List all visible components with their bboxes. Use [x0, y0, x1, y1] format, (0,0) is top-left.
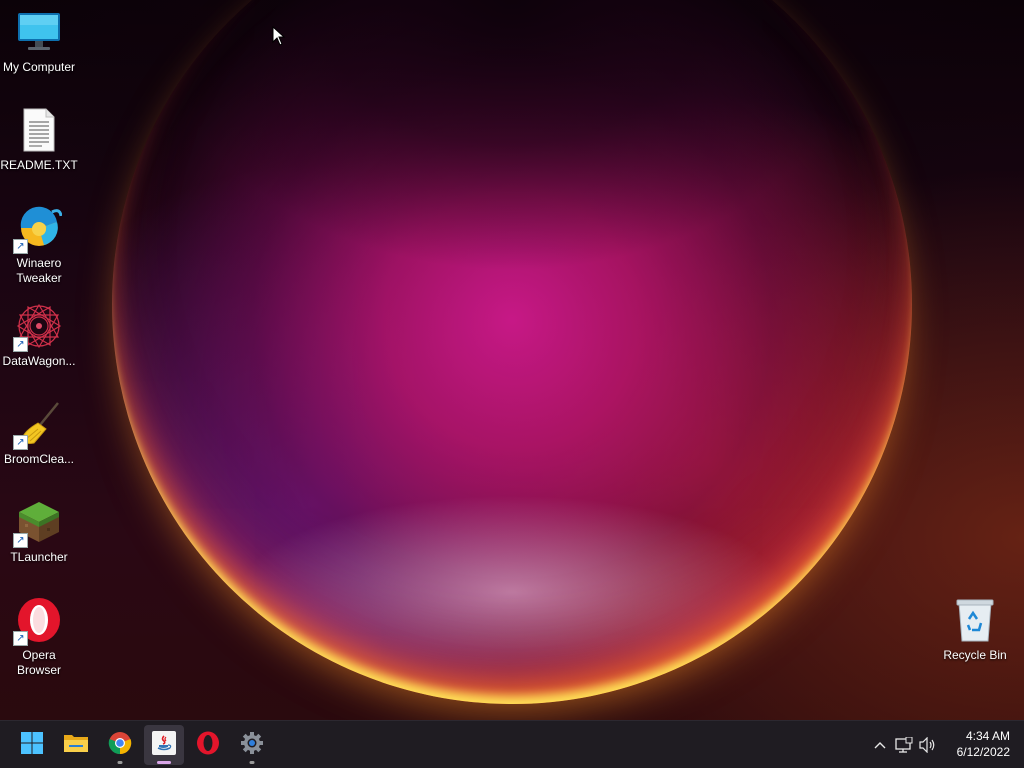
settings-gear-icon — [240, 731, 264, 760]
chrome-icon — [108, 731, 132, 760]
desktop-icon-label: BroomClea... — [3, 452, 75, 466]
shortcut-arrow-icon: ↗ — [13, 631, 28, 646]
desktop-icon-broomcleaner[interactable]: ↗ BroomClea... — [0, 400, 78, 467]
desktop-icon-label: My Computer — [2, 60, 76, 74]
shortcut-arrow-icon: ↗ — [13, 337, 28, 352]
desktop-icon-my-computer[interactable]: My Computer — [0, 8, 78, 75]
shortcut-arrow-icon: ↗ — [13, 239, 28, 254]
opera-icon: ↗ — [13, 596, 63, 646]
desktop-icon-datawagon[interactable]: ↗ DataWagon... — [0, 302, 78, 369]
desktop-icon-label: DataWagon... — [2, 354, 76, 368]
volume-icon[interactable] — [916, 733, 940, 757]
desktop-icon-label: Recycle Bin — [943, 648, 1007, 662]
active-indicator — [157, 761, 171, 764]
shortcut-arrow-icon: ↗ — [13, 533, 28, 548]
show-hidden-icons-chevron-icon[interactable] — [868, 733, 892, 757]
shortcut-arrow-icon: ↗ — [13, 435, 28, 450]
clock-date: 6/12/2022 — [956, 745, 1010, 759]
desktop-icon-recycle-bin[interactable]: Recycle Bin — [936, 596, 1014, 663]
taskbar: 4:34 AM 6/12/2022 — [0, 720, 1024, 768]
desktop-icon-tlauncher[interactable]: ↗ TLauncher — [0, 498, 78, 565]
clock-time: 4:34 AM — [965, 729, 1010, 743]
taskbar-settings-button[interactable] — [232, 725, 272, 765]
opera-icon — [196, 731, 220, 760]
broom-icon: ↗ — [13, 400, 63, 450]
monitor-icon — [15, 8, 63, 56]
desktop-icon-label: TLauncher — [10, 550, 68, 564]
desktop-icon-label: Winaero Tweaker — [16, 256, 62, 285]
folder-icon — [63, 732, 89, 759]
windows-start-icon — [20, 731, 44, 760]
taskbar-file-explorer-button[interactable] — [56, 725, 96, 765]
taskbar-clock[interactable]: 4:34 AM 6/12/2022 — [957, 728, 1010, 760]
desktop-icon-label: README.TXT — [0, 158, 78, 172]
mouse-cursor-icon — [272, 25, 286, 51]
desktop-icon-winaero-tweaker[interactable]: ↗ Winaero Tweaker — [0, 204, 78, 286]
datawagon-icon: ↗ — [13, 302, 63, 352]
running-indicator — [117, 761, 123, 764]
taskbar-opera-button[interactable] — [188, 725, 228, 765]
recycle-bin-icon — [951, 596, 999, 644]
grass-block-icon: ↗ — [13, 498, 63, 548]
desktop-icon-opera-browser[interactable]: ↗ Opera Browser — [0, 596, 78, 678]
running-indicator — [249, 761, 255, 764]
start-button[interactable] — [12, 725, 52, 765]
desktop[interactable]: My Computer README.TXT ↗ Winaero Tweaker… — [0, 0, 1024, 768]
taskbar-java-button[interactable] — [144, 725, 184, 765]
winaero-tweaker-icon: ↗ — [13, 204, 63, 254]
java-icon — [151, 730, 177, 761]
system-tray — [868, 721, 940, 768]
desktop-icon-label: Opera Browser — [16, 648, 61, 677]
taskbar-chrome-button[interactable] — [100, 725, 140, 765]
network-icon[interactable] — [892, 733, 916, 757]
desktop-icon-readme[interactable]: README.TXT — [0, 106, 78, 173]
text-document-icon — [15, 106, 63, 154]
